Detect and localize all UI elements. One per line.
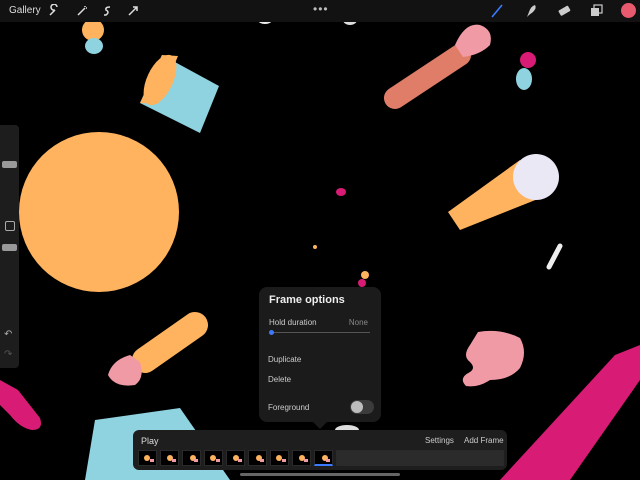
orange-circle-shape	[19, 132, 179, 292]
magenta-small-shape-2	[358, 279, 366, 287]
pink-face-shape	[462, 330, 524, 387]
frame-options-popover: Frame options Hold duration None Duplica…	[259, 287, 381, 429]
magenta-dot-shape	[520, 52, 536, 68]
frame-thumbnail[interactable]	[182, 450, 201, 466]
hold-duration-value: None	[348, 318, 368, 327]
orange-tiny-shape	[313, 245, 317, 249]
wrench-icon[interactable]	[47, 4, 61, 18]
frame-thumbnail[interactable]	[226, 450, 245, 466]
magenta-small-shape	[336, 188, 346, 196]
orange-small-shape	[361, 271, 369, 279]
duplicate-button[interactable]: Duplicate	[268, 355, 301, 364]
toggle-knob	[351, 401, 363, 413]
modify-button[interactable]	[5, 221, 15, 231]
opacity-slider[interactable]	[2, 244, 17, 251]
settings-button[interactable]: Settings	[425, 436, 454, 445]
frame-thumbnail[interactable]	[270, 450, 289, 466]
smudge-icon[interactable]	[523, 3, 539, 19]
frame-thumbnail[interactable]	[204, 450, 223, 466]
salmon-brush-shape	[384, 24, 491, 109]
frame-thumbnail-art	[216, 459, 220, 462]
frame-thumbnail-art	[260, 459, 264, 462]
hold-duration-knob[interactable]	[269, 330, 274, 335]
play-button[interactable]: Play	[141, 436, 159, 446]
transform-icon[interactable]	[126, 4, 140, 18]
frame-thumbnail-art	[194, 459, 198, 462]
teal-dot-shape	[85, 38, 103, 54]
popover-arrow	[313, 422, 327, 429]
magic-wand-icon[interactable]	[75, 4, 89, 18]
frame-thumbnail[interactable]	[138, 450, 157, 466]
popover-title: Frame options	[269, 294, 345, 306]
layers-icon[interactable]	[588, 3, 604, 19]
white-stick-shape	[546, 243, 563, 270]
undo-icon[interactable]: ↶	[4, 329, 12, 340]
foreground-label: Foreground	[268, 403, 310, 412]
frame-thumbnail[interactable]	[248, 450, 267, 466]
frame-thumbnail[interactable]	[160, 450, 179, 466]
home-indicator	[240, 473, 400, 476]
frame-thumbnail-art	[282, 459, 286, 462]
orange-dot-shape	[82, 19, 104, 41]
top-toolbar: Gallery •••	[0, 0, 640, 22]
more-menu-icon[interactable]: •••	[313, 2, 329, 16]
frame-thumbnail-art	[326, 459, 330, 462]
foreground-toggle[interactable]	[350, 400, 374, 414]
hold-duration-slider[interactable]	[270, 332, 370, 333]
frame-strip	[138, 450, 504, 466]
eraser-icon[interactable]	[556, 3, 572, 19]
frame-thumbnail-art	[238, 459, 242, 462]
animation-timeline: Play Settings Add Frame	[133, 430, 507, 470]
add-frame-button[interactable]: Add Frame	[464, 436, 504, 445]
cone-shape	[448, 154, 559, 230]
hold-duration-label: Hold duration	[269, 318, 317, 327]
frame-thumbnail-art	[304, 459, 308, 462]
frame-thumbnail-selected[interactable]	[314, 450, 333, 466]
brush-icon[interactable]	[489, 3, 505, 19]
delete-button[interactable]: Delete	[268, 375, 291, 384]
cup-shape	[140, 54, 219, 133]
color-picker-button[interactable]	[621, 3, 636, 18]
frame-strip-empty	[336, 450, 504, 466]
orange-brush-shape	[108, 312, 208, 386]
frame-thumbnail-art	[172, 459, 176, 462]
gallery-button[interactable]: Gallery	[9, 5, 41, 16]
teal-dot-shape-2	[516, 68, 532, 90]
frame-thumbnail-art	[150, 459, 154, 462]
brush-size-slider[interactable]	[2, 161, 17, 168]
redo-icon[interactable]: ↷	[4, 349, 12, 360]
selection-icon[interactable]	[101, 4, 115, 18]
left-sidebar: ↶ ↷	[0, 125, 19, 368]
frame-thumbnail[interactable]	[292, 450, 311, 466]
magenta-left-shape	[0, 380, 41, 430]
